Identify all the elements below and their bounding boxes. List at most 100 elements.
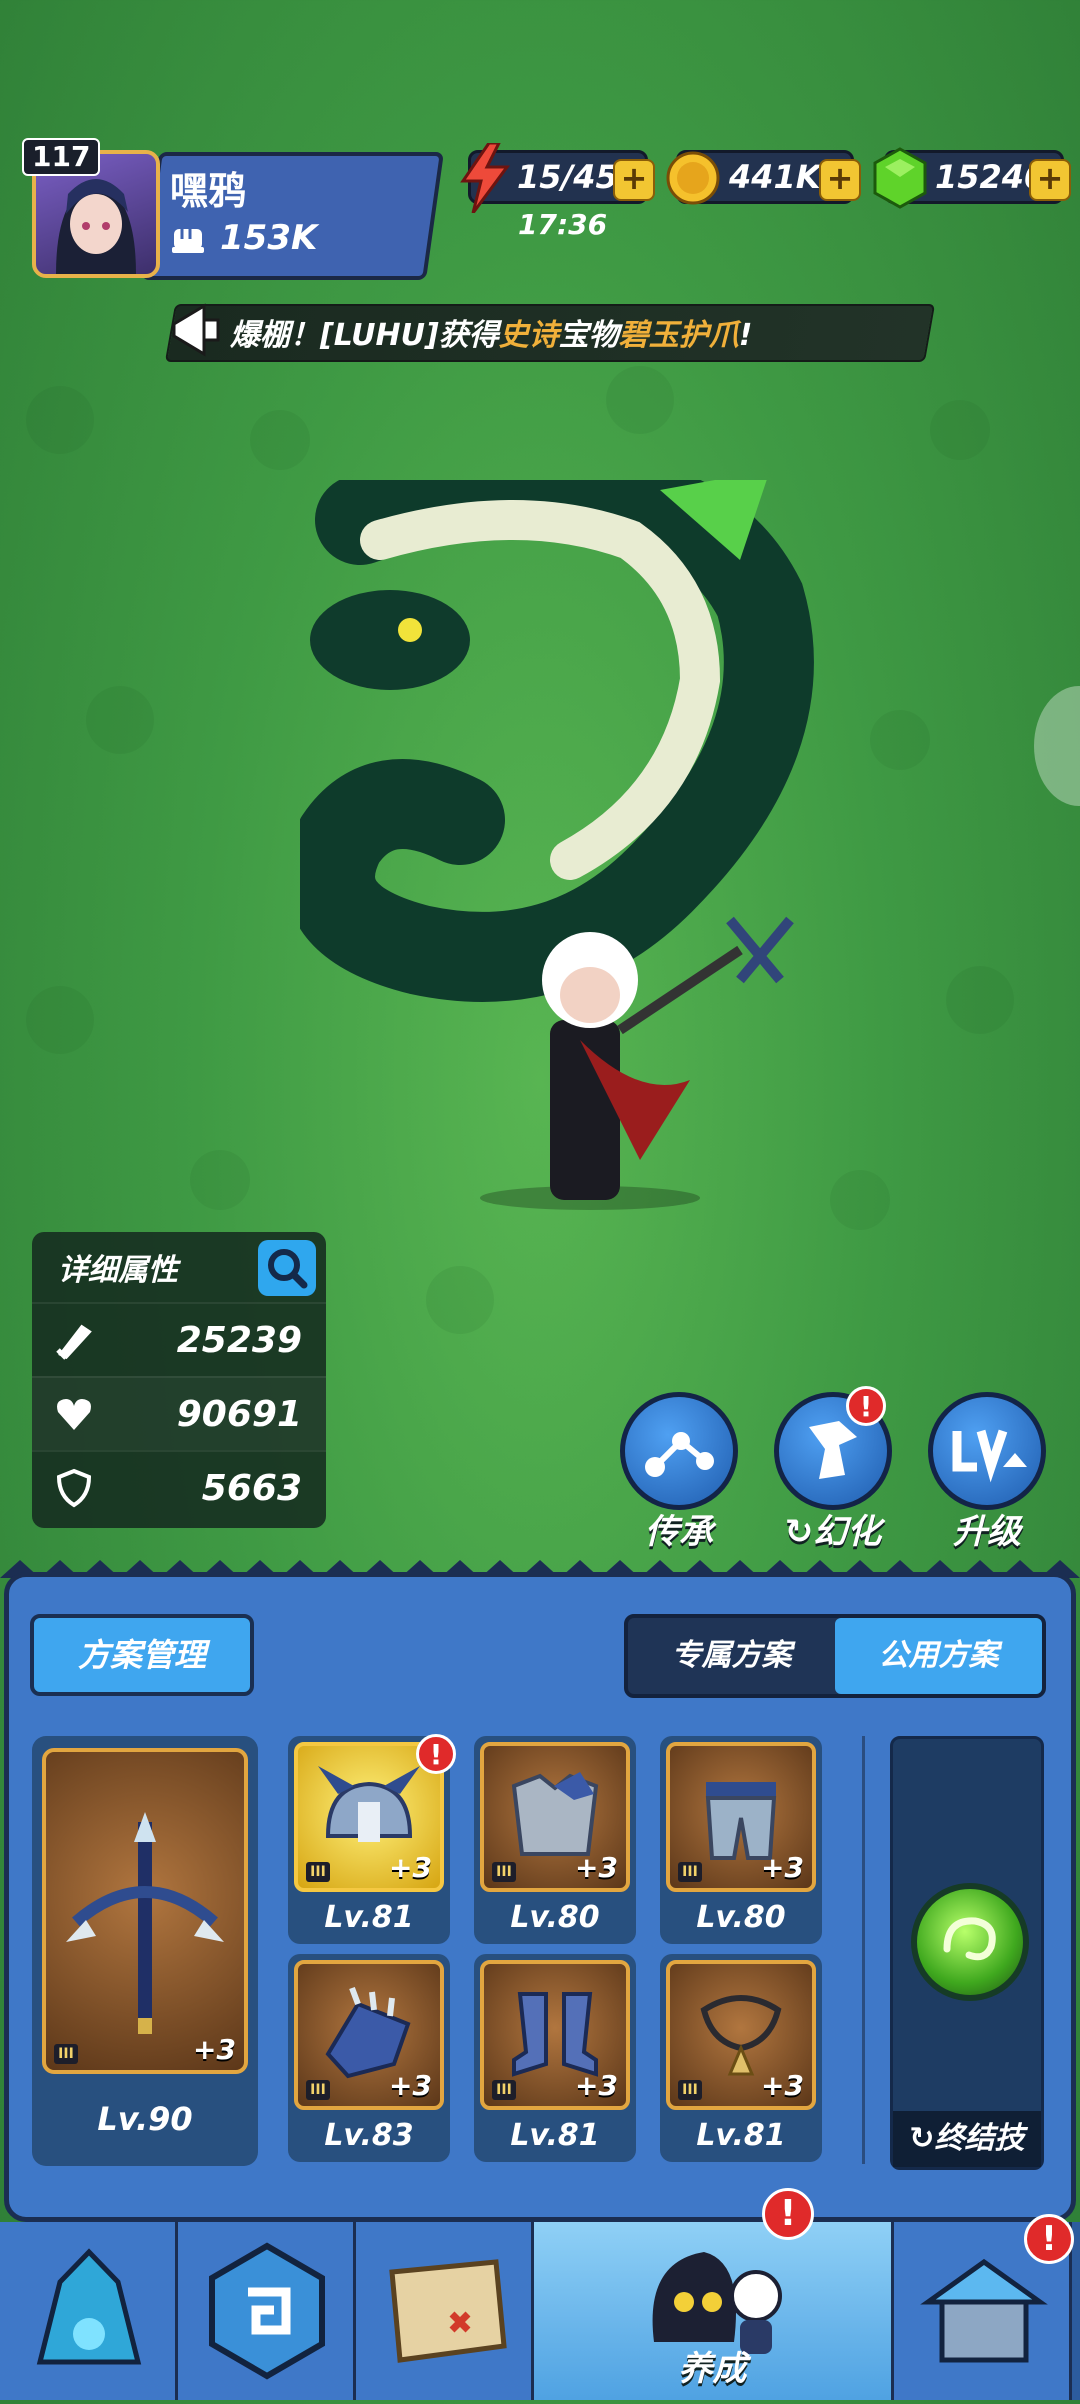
link-nodes-icon	[645, 1432, 714, 1477]
megaphone-icon	[172, 303, 220, 357]
nav-item-develop-label: 养成	[678, 2349, 747, 2389]
broadcast-item: 碧玉护爪	[618, 318, 739, 353]
tab-public-plan[interactable]: 公用方案	[835, 1618, 1042, 1694]
gear-card: III +3	[480, 1742, 630, 1892]
energy-counter[interactable]: 15/45 +	[460, 143, 655, 213]
plan-tabs: 专属方案 公用方案	[624, 1614, 1046, 1698]
player-name: 嘿鸦	[170, 169, 247, 213]
stat-defense-value: 5663	[201, 1467, 302, 1509]
transform-label-text: 幻化	[813, 1512, 882, 1552]
refresh-icon: ↻	[909, 2121, 935, 2156]
gear-slot-necklace[interactable]: III +3 Lv.81	[660, 1954, 822, 2162]
combat-power: 153K	[170, 218, 317, 258]
gear-bonus: +3	[761, 2069, 804, 2102]
energy-timer: 17:36	[518, 208, 608, 241]
weapon-bonus: +3	[193, 2033, 236, 2066]
plan-management-button[interactable]: 方案管理	[30, 1614, 254, 1696]
gear-card: III +3	[666, 1742, 816, 1892]
coin-value: 441K	[729, 158, 821, 196]
weapon-tier-badge: III	[54, 2044, 78, 2064]
tab-exclusive-plan[interactable]: 专属方案	[628, 1618, 835, 1694]
level-up-icon	[952, 1429, 1027, 1483]
stat-hp-value: 90691	[176, 1393, 302, 1435]
gear-tier-badge: III	[492, 2080, 516, 2100]
gear-bonus: +3	[575, 1851, 618, 1884]
magnifier-icon	[268, 1249, 308, 1289]
nav-item-develop[interactable]: ! 养成	[534, 2188, 894, 2400]
shop-alert-badge: !	[1024, 2214, 1074, 2264]
hexagon-emblem-icon	[209, 2242, 325, 2380]
gear-level: Lv.80	[696, 1900, 786, 1935]
transform-button[interactable]: ! ↻幻化	[768, 1386, 898, 1553]
broadcast-prefix: 爆棚！[LUHU]获得	[230, 318, 499, 353]
gem-icon	[873, 147, 927, 209]
crossbow-icon	[66, 1812, 224, 2034]
nav-item-battle[interactable]	[0, 2222, 178, 2400]
weapon-level: Lv.90	[97, 2100, 193, 2138]
coin-plus-button[interactable]: +	[819, 159, 861, 201]
upgrade-button[interactable]: 升级	[922, 1392, 1052, 1553]
stat-attack-value: 25239	[176, 1319, 302, 1361]
energy-plus-button[interactable]: +	[613, 159, 655, 201]
broadcast-rarity: 史诗	[498, 318, 559, 353]
broadcast-message: 爆棚！[LUHU]获得史诗宝物碧玉护爪!	[230, 310, 752, 354]
broadcast-suffix: !	[738, 318, 753, 353]
gear-tier-badge: III	[678, 2080, 702, 2100]
crystal-throne-icon	[36, 2248, 142, 2365]
fist-icon	[172, 229, 204, 253]
stats-header: 详细属性	[32, 1232, 326, 1302]
stats-detail-button[interactable]	[258, 1240, 316, 1296]
bottom-navigation: ! 养成 !	[0, 2188, 1080, 2400]
gear-alert-badge: !	[416, 1734, 456, 1774]
gear-level: Lv.80	[510, 1900, 600, 1935]
nav-item-map[interactable]	[356, 2222, 534, 2400]
upgrade-label: 升级	[953, 1512, 1021, 1552]
gear-slot-armor[interactable]: III +3 Lv.80	[474, 1736, 636, 1944]
gear-bonus: +3	[389, 1851, 432, 1884]
ultimate-skill-label: ↻终结技	[893, 2111, 1041, 2167]
gear-slot-pants[interactable]: III +3 Lv.80	[660, 1736, 822, 1944]
player-avatar[interactable]: 117	[22, 138, 162, 278]
ultimate-skill-icon	[911, 1883, 1029, 2001]
player-level-badge: 117	[22, 138, 101, 176]
gear-slot-helmet[interactable]: III +3 ! Lv.81	[288, 1734, 456, 1944]
energy-value: 15/45	[517, 158, 618, 196]
weapon-slot[interactable]: III +3 Lv.90	[32, 1736, 258, 2166]
gear-slot-gloves[interactable]: III +3 Lv.83	[288, 1954, 450, 2162]
ultimate-label-text: 终结技	[934, 2121, 1025, 2156]
refresh-icon: ↻	[784, 1512, 814, 1552]
nav-item-shop[interactable]: !	[894, 2214, 1074, 2400]
inherit-circle	[620, 1392, 738, 1510]
coin-counter[interactable]: 441K +	[666, 150, 861, 205]
gem-counter[interactable]: 15240 +	[873, 147, 1071, 209]
ultimate-skill-slot[interactable]: ↻终结技	[890, 1736, 1044, 2170]
gear-tier-badge: III	[306, 1862, 330, 1882]
dragon-pet	[300, 480, 814, 1002]
gear-bonus: +3	[575, 2069, 618, 2102]
detailed-stats-panel: 详细属性 25239 90691 5663	[32, 1232, 326, 1528]
gear-tier-badge: III	[306, 2080, 330, 2100]
gear-card: III +3	[480, 1960, 630, 2110]
shield-icon	[56, 1468, 92, 1508]
stats-title: 详细属性	[58, 1253, 178, 1288]
weapon-card: III +3	[42, 1748, 248, 2074]
sword-icon	[56, 1324, 92, 1360]
gear-level: Lv.81	[510, 2118, 600, 2153]
treasure-map-icon	[389, 2259, 507, 2363]
gear-level: Lv.81	[324, 1900, 414, 1935]
stat-attack-row: 25239	[32, 1302, 326, 1376]
transform-label: ↻幻化	[768, 1504, 898, 1553]
heart-icon	[57, 1399, 91, 1430]
nav-item-emblem[interactable]	[178, 2222, 356, 2400]
develop-alert-badge: !	[762, 2188, 814, 2240]
inherit-button[interactable]: 传承	[614, 1392, 744, 1553]
gear-card: III +3	[666, 1960, 816, 2110]
gear-bonus: +3	[389, 2069, 432, 2102]
gem-plus-button[interactable]: +	[1029, 159, 1071, 201]
character-scene	[300, 480, 814, 1210]
coin-icon	[666, 151, 720, 205]
gear-tier-badge: III	[492, 1862, 516, 1882]
gear-slot-boots[interactable]: III +3 Lv.81	[474, 1954, 636, 2162]
gear-level: Lv.83	[324, 2118, 414, 2153]
gear-card: III +3	[294, 1960, 444, 2110]
